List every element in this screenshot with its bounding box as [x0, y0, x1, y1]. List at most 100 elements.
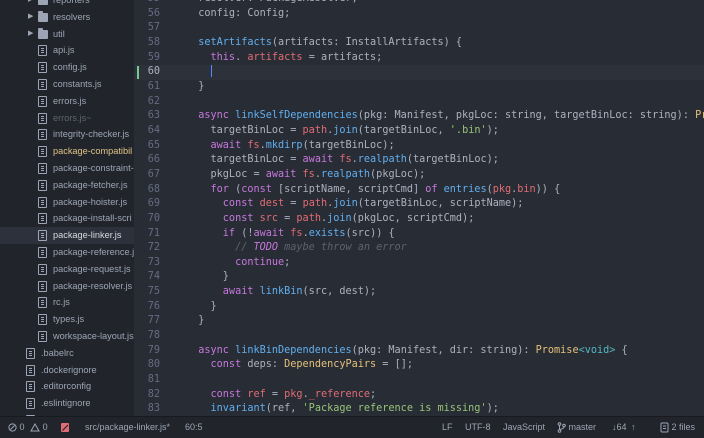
- tree-file[interactable]: package-constraint-: [0, 160, 134, 177]
- code-line[interactable]: 62: [134, 95, 704, 110]
- code-line[interactable]: 76 }: [134, 300, 704, 315]
- code-line[interactable]: 73 continue;: [134, 256, 704, 271]
- code-line[interactable]: 72 // TODO maybe throw an error: [134, 241, 704, 256]
- chevron-right-icon[interactable]: ▶: [28, 9, 33, 26]
- grammar-selector[interactable]: JavaScript: [503, 417, 545, 438]
- tree-file[interactable]: config.js: [0, 59, 134, 76]
- code-line[interactable]: 77 }: [134, 314, 704, 329]
- chevron-right-icon[interactable]: ▶: [28, 0, 33, 9]
- code-line[interactable]: 58 setArtifacts(artifacts: InstallArtifa…: [134, 36, 704, 51]
- line-content: setArtifacts(artifacts: InstallArtifacts…: [186, 36, 462, 51]
- tree-file[interactable]: .editorconfig: [0, 378, 134, 395]
- tree-item-label: errors.js: [53, 95, 87, 106]
- tree-file[interactable]: workspace-layout.js: [0, 328, 134, 345]
- tree-file[interactable]: package-resolver.js: [0, 278, 134, 295]
- tree-folder[interactable]: ▶ reporters: [0, 0, 134, 9]
- tree-file[interactable]: errors.js~: [0, 110, 134, 127]
- line-number: 82: [147, 388, 160, 400]
- git-branch[interactable]: master: [557, 417, 596, 438]
- file-count: 2 files: [671, 422, 696, 432]
- code-token: await: [186, 286, 260, 298]
- code-line[interactable]: 63 async linkSelfDependencies(pkg: Manif…: [134, 109, 704, 124]
- tree-file[interactable]: .dockerignore: [0, 362, 134, 379]
- code-line[interactable]: 81: [134, 373, 704, 388]
- code-line[interactable]: 61 }: [134, 80, 704, 95]
- code-token: path: [302, 198, 328, 210]
- tree-item-label: resolvers: [53, 11, 91, 22]
- tree-file[interactable]: package-install-scri: [0, 210, 134, 227]
- tree-file[interactable]: package-reference.j: [0, 244, 134, 261]
- tree-file[interactable]: package-request.js: [0, 261, 134, 278]
- tree-file[interactable]: .babelrc: [0, 345, 134, 362]
- tree-file[interactable]: rc.js: [0, 294, 134, 311]
- line-content: pkgLoc = await fs.realpath(pkgLoc);: [186, 168, 426, 183]
- tree-folder[interactable]: ▶ util: [0, 26, 134, 43]
- tree-file[interactable]: package-fetcher.js: [0, 177, 134, 194]
- status-bar: 0 0 src/package-linker.js* 60:5 LF UTF-8…: [0, 416, 704, 438]
- code-line[interactable]: 68 for (const [scriptName, scriptCmd] of…: [134, 183, 704, 198]
- line-content: for (const [scriptName, scriptCmd] of en…: [186, 183, 561, 198]
- code-token: ref: [247, 388, 266, 400]
- code-line[interactable]: 82 const ref = pkg._reference;: [134, 388, 704, 403]
- file-icon: [38, 213, 47, 225]
- code-token: targetBinLoc =: [186, 154, 303, 166]
- tree-file[interactable]: package-hoister.js: [0, 194, 134, 211]
- line-number: 61: [147, 80, 160, 92]
- code-token: continue: [186, 256, 285, 268]
- code-line[interactable]: 56 config: Config;: [134, 7, 704, 22]
- github-files[interactable]: 2 files: [660, 417, 695, 438]
- code-line[interactable]: 60: [134, 65, 704, 80]
- file-path[interactable]: src/package-linker.js*: [85, 417, 170, 438]
- line-number: 60: [147, 66, 160, 78]
- code-token: const: [241, 183, 279, 195]
- tree-file[interactable]: package-linker.js: [0, 227, 134, 244]
- tree-folder[interactable]: ▶ resolvers: [0, 9, 134, 26]
- code-token: join: [327, 212, 352, 224]
- code-line[interactable]: 66 targetBinLoc = await fs.realpath(targ…: [134, 153, 704, 168]
- code-line[interactable]: 65 await fs.mkdirp(targetBinLoc);: [134, 139, 704, 154]
- code-line[interactable]: 78: [134, 329, 704, 344]
- cursor-position[interactable]: 60:5: [185, 417, 203, 438]
- git-sync[interactable]: ↓64 ↑: [612, 417, 636, 438]
- branch-name: master: [568, 422, 597, 432]
- code-line[interactable]: 57: [134, 21, 704, 36]
- tree-file[interactable]: api.js: [0, 42, 134, 59]
- line-number: 77: [147, 315, 160, 327]
- file-icon: [38, 45, 47, 57]
- line-ending[interactable]: LF: [442, 417, 453, 438]
- code-line[interactable]: 55 resolver: PackageResolver;: [134, 0, 704, 7]
- diagnostics-indicator[interactable]: 0 0: [8, 417, 48, 438]
- tree-file[interactable]: .eslintignore: [0, 395, 134, 412]
- code-line[interactable]: 64 targetBinLoc = path.join(targetBinLoc…: [134, 124, 704, 139]
- code-token: mkdirp: [265, 139, 303, 151]
- code-line[interactable]: 75 await linkBin(src, dest);: [134, 285, 704, 300]
- code-line[interactable]: 79 async linkBinDependencies(pkg: Manife…: [134, 344, 704, 359]
- code-token: (targetBinLoc);: [302, 139, 395, 151]
- code-line[interactable]: 83 invariant(ref, 'Package reference is …: [134, 402, 704, 416]
- chevron-right-icon[interactable]: ▶: [28, 26, 33, 43]
- code-token: (pkgLoc, scriptCmd);: [351, 212, 475, 224]
- code-line[interactable]: 67 pkgLoc = await fs.realpath(pkgLoc);: [134, 168, 704, 183]
- tree-item-label: workspace-layout.js: [53, 330, 134, 341]
- code-line[interactable]: 59 this. artifacts = artifacts;: [134, 51, 704, 66]
- text-editor[interactable]: 55 resolver: PackageResolver;56 config: …: [134, 0, 704, 416]
- code-line[interactable]: 70 const src = path.join(pkgLoc, scriptC…: [134, 212, 704, 227]
- code-line[interactable]: 80 const deps: DependencyPairs = [];: [134, 358, 704, 373]
- file-icon: [38, 179, 47, 191]
- file-icon: [38, 230, 47, 242]
- tree-file[interactable]: constants.js: [0, 76, 134, 93]
- code-line[interactable]: 71 if (!await fs.exists(src)) {: [134, 227, 704, 242]
- tree-file[interactable]: errors.js: [0, 93, 134, 110]
- tree-file[interactable]: package-compatibil: [0, 143, 134, 160]
- tree-item-label: .dockerignore: [41, 364, 97, 375]
- file-encoding[interactable]: UTF-8: [465, 417, 491, 438]
- code-line[interactable]: 74 }: [134, 270, 704, 285]
- tree-view[interactable]: ▶ reporters ▶ resolvers ▶ util api.js config.js…: [0, 0, 134, 416]
- code-token: }: [186, 271, 229, 283]
- tree-file[interactable]: types.js: [0, 311, 134, 328]
- tree-file[interactable]: integrity-checker.js: [0, 126, 134, 143]
- file-icon: [38, 330, 47, 342]
- code-line[interactable]: 69 const dest = path.join(targetBinLoc, …: [134, 197, 704, 212]
- tree-item-label: .editorconfig: [41, 381, 92, 392]
